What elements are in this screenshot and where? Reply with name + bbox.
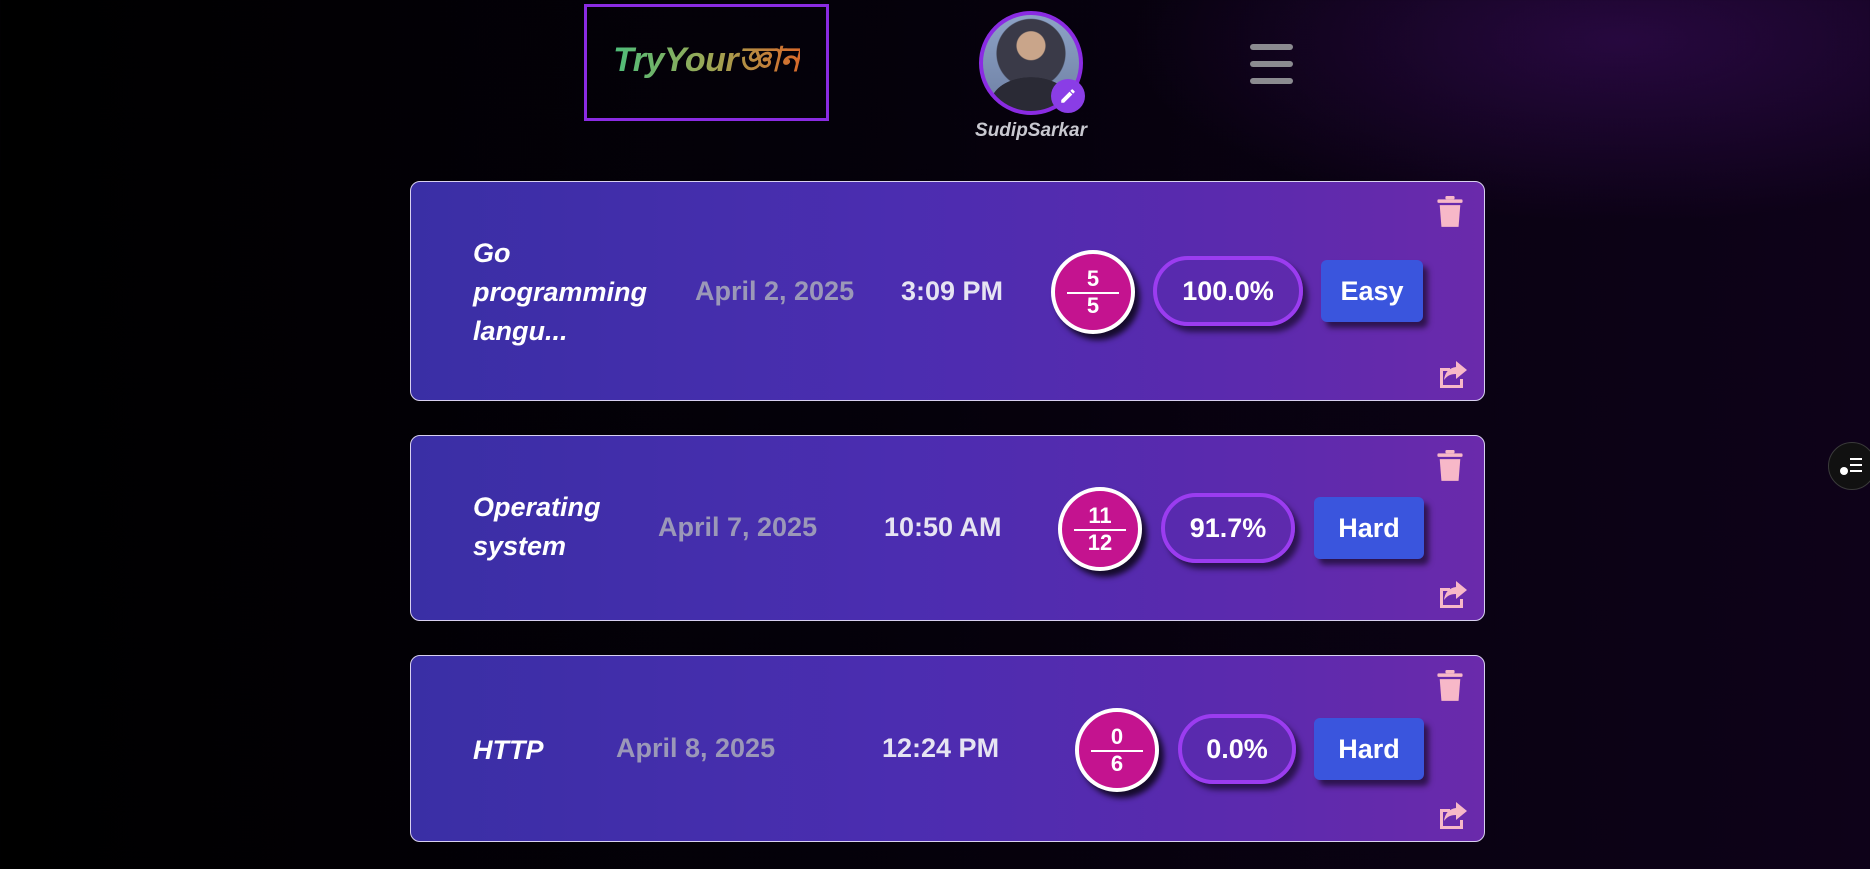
hamburger-icon[interactable]: [1250, 44, 1293, 84]
quiz-title: Go programming langu...: [473, 238, 648, 346]
trash-icon[interactable]: [1436, 670, 1464, 702]
share-icon[interactable]: [1436, 358, 1470, 390]
difficulty-button[interactable]: Hard: [1314, 718, 1424, 780]
side-panel-toggle-icon[interactable]: [1828, 442, 1870, 490]
username-label: SudipSarkar: [975, 120, 1087, 141]
trash-icon[interactable]: [1436, 450, 1464, 482]
score-badge: 06: [1075, 708, 1159, 792]
logo-text: TryYourজ্ঞান: [613, 34, 800, 91]
quiz-date: April 7, 2025: [658, 512, 818, 542]
percentage-pill: 0.0%: [1178, 714, 1296, 784]
quiz-time: 12:24 PM: [882, 733, 1000, 763]
logo[interactable]: TryYourজ্ঞান: [584, 4, 829, 121]
quiz-card[interactable]: HTTP April 8, 2025 12:24 PM 06 0.0% Hard: [410, 655, 1485, 842]
quiz-title: Operating system: [473, 492, 601, 561]
score-badge: 11 12: [1058, 487, 1142, 571]
profile-avatar[interactable]: [979, 11, 1085, 115]
quiz-time: 3:09 PM: [901, 276, 1004, 306]
quiz-time: 10:50 AM: [884, 512, 1002, 542]
difficulty-button[interactable]: Hard: [1314, 497, 1424, 559]
percentage-pill: 100.0%: [1153, 256, 1303, 326]
trash-icon[interactable]: [1436, 196, 1464, 228]
share-icon[interactable]: [1436, 799, 1470, 831]
difficulty-button[interactable]: Easy: [1321, 260, 1423, 322]
quiz-date: April 2, 2025: [695, 276, 855, 306]
quiz-title: HTTP: [473, 735, 544, 765]
pencil-icon[interactable]: [1051, 79, 1085, 113]
quiz-date: April 8, 2025: [616, 733, 776, 763]
share-icon[interactable]: [1436, 578, 1470, 610]
quiz-card[interactable]: Go programming langu... April 2, 2025 3:…: [410, 181, 1485, 401]
quiz-card[interactable]: Operating system April 7, 2025 10:50 AM …: [410, 435, 1485, 621]
score-badge: 55: [1051, 250, 1135, 334]
percentage-pill: 91.7%: [1161, 493, 1295, 563]
